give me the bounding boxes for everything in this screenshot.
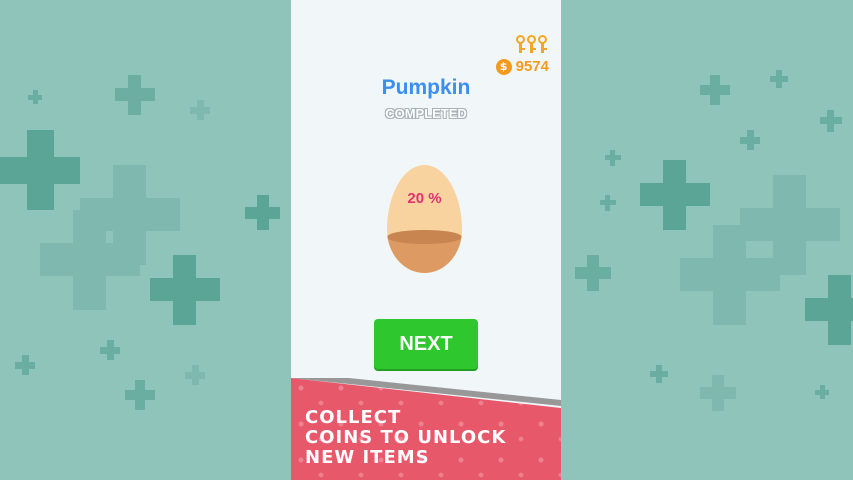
plus-decoration — [815, 385, 829, 399]
keys-display — [516, 35, 547, 53]
plus-decoration — [80, 165, 180, 265]
coin-icon: $ — [495, 58, 512, 75]
plus-decoration — [700, 375, 736, 411]
plus-decoration — [600, 195, 616, 211]
key-icon — [527, 35, 536, 53]
plus-decoration — [770, 70, 788, 88]
plus-decoration — [805, 275, 853, 345]
banner-text: COLLECT COINS TO UNLOCK NEW ITEMS — [305, 408, 506, 468]
egg-progress-fill — [387, 230, 462, 273]
plus-decoration — [700, 75, 730, 105]
plus-decoration — [190, 100, 210, 120]
plus-decoration — [185, 365, 205, 385]
plus-decoration — [820, 110, 842, 132]
plus-decoration — [740, 130, 760, 150]
egg-shape — [387, 165, 462, 273]
plus-decoration — [28, 90, 42, 104]
plus-decoration — [245, 195, 280, 230]
banner-line-1: COLLECT — [305, 407, 402, 428]
coin-counter: $ 9574 — [495, 58, 549, 75]
plus-decoration — [100, 340, 120, 360]
banner-line-2: COINS TO UNLOCK — [305, 427, 507, 448]
plus-decoration — [650, 365, 668, 383]
key-icon — [538, 35, 547, 53]
banner-line-3: NEW ITEMS — [305, 447, 430, 468]
plus-decoration — [125, 380, 155, 410]
egg: 20 % — [387, 165, 462, 273]
promo-banner: COLLECT COINS TO UNLOCK NEW ITEMS — [291, 378, 561, 480]
level-name: Pumpkin — [381, 76, 471, 99]
key-icon — [516, 35, 525, 53]
level-status: COMPLETED — [385, 106, 467, 121]
plus-decoration — [150, 255, 220, 325]
plus-decoration — [605, 150, 621, 166]
next-button[interactable]: NEXT — [374, 319, 478, 369]
plus-decoration — [640, 160, 710, 230]
egg-progress-label: 20 % — [407, 190, 442, 207]
plus-decoration — [575, 255, 611, 291]
plus-decoration — [0, 130, 80, 210]
plus-decoration — [15, 355, 35, 375]
plus-decoration — [115, 75, 155, 115]
plus-decoration — [680, 225, 780, 325]
coin-count: 9574 — [515, 58, 549, 75]
